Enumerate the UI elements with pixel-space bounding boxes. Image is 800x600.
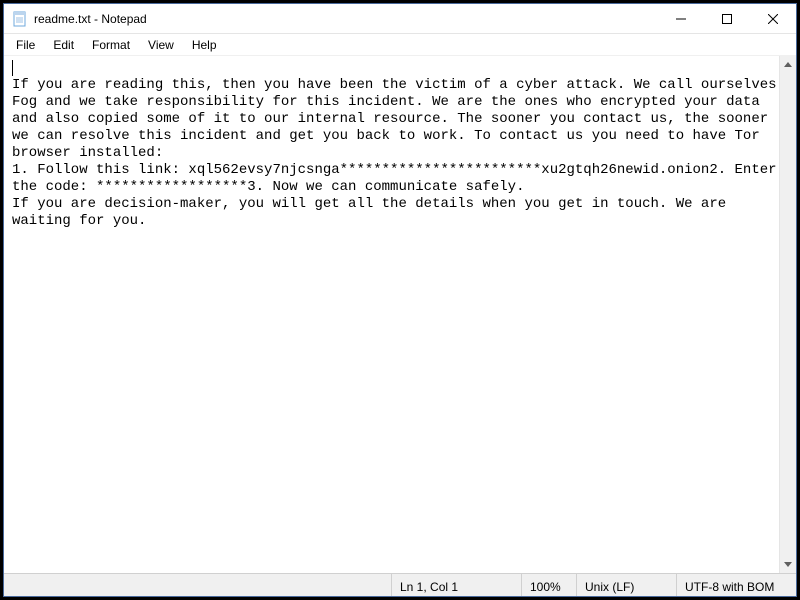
menu-edit[interactable]: Edit — [45, 36, 82, 54]
status-zoom: 100% — [521, 574, 576, 596]
titlebar[interactable]: readme.txt - Notepad — [4, 4, 796, 34]
menu-file[interactable]: File — [8, 36, 43, 54]
menu-format[interactable]: Format — [84, 36, 138, 54]
minimize-button[interactable] — [658, 4, 704, 33]
window-controls — [658, 4, 796, 33]
notepad-window: readme.txt - Notepad File Edit Format Vi… — [3, 3, 797, 597]
status-position: Ln 1, Col 1 — [391, 574, 521, 596]
maximize-button[interactable] — [704, 4, 750, 33]
status-spacer — [4, 574, 391, 596]
status-encoding: UTF-8 with BOM — [676, 574, 796, 596]
statusbar: Ln 1, Col 1 100% Unix (LF) UTF-8 with BO… — [4, 573, 796, 596]
scroll-down-button[interactable] — [780, 556, 796, 573]
document-text[interactable]: If you are reading this, then you have b… — [12, 60, 778, 573]
menubar: File Edit Format View Help — [4, 34, 796, 56]
window-title: readme.txt - Notepad — [34, 12, 658, 26]
scroll-up-button[interactable] — [780, 56, 796, 73]
vertical-scrollbar[interactable] — [779, 56, 796, 573]
menu-view[interactable]: View — [140, 36, 182, 54]
status-eol: Unix (LF) — [576, 574, 676, 596]
menu-help[interactable]: Help — [184, 36, 225, 54]
notepad-icon — [12, 11, 28, 27]
close-button[interactable] — [750, 4, 796, 33]
scrollbar-track[interactable] — [780, 73, 796, 556]
text-editor[interactable]: If you are reading this, then you have b… — [4, 56, 796, 573]
